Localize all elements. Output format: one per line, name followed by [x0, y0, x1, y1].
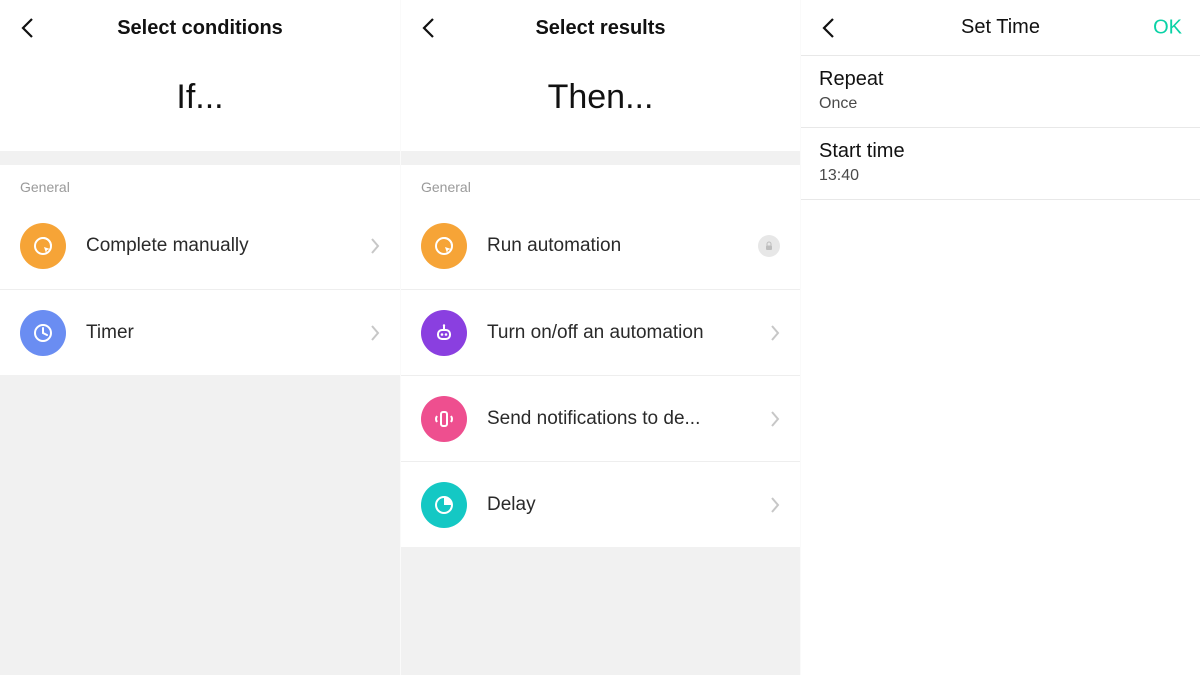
- setting-value: 13:40: [819, 167, 1182, 185]
- list-item-label: Delay: [487, 494, 770, 516]
- section-gap: [401, 151, 800, 165]
- empty-area: [801, 200, 1200, 675]
- chevron-left-icon: [421, 17, 437, 39]
- list-item-label: Timer: [86, 322, 370, 344]
- chevron-right-icon: [370, 237, 380, 255]
- chevron-left-icon: [20, 17, 36, 39]
- header-title: Select results: [535, 17, 665, 40]
- list-item-label: Complete manually: [86, 235, 370, 257]
- section-gap: [0, 151, 400, 165]
- setting-value: Once: [819, 95, 1182, 113]
- phone-vibrate-icon: [421, 396, 467, 442]
- setting-row-start-time[interactable]: Start time 13:40: [801, 128, 1200, 200]
- section-label: General: [401, 165, 800, 203]
- chevron-left-icon: [821, 17, 837, 39]
- header: Set Time OK: [801, 0, 1200, 56]
- delay-icon: [421, 482, 467, 528]
- lock-icon: [758, 235, 780, 257]
- list-item-complete-manually[interactable]: Complete manually: [0, 203, 400, 289]
- page-heading: If...: [0, 56, 400, 151]
- setting-row-repeat[interactable]: Repeat Once: [801, 56, 1200, 128]
- list-item-label: Send notifications to de...: [487, 408, 770, 430]
- header: Select conditions: [0, 0, 400, 56]
- back-button[interactable]: [14, 11, 42, 45]
- list-item-run-automation[interactable]: Run automation: [401, 203, 800, 289]
- list-item-toggle-automation[interactable]: Turn on/off an automation: [401, 289, 800, 375]
- chevron-right-icon: [770, 496, 780, 514]
- list-item-send-notifications[interactable]: Send notifications to de...: [401, 375, 800, 461]
- list-item-delay[interactable]: Delay: [401, 461, 800, 547]
- setting-title: Start time: [819, 140, 1182, 163]
- page-heading: Then...: [401, 56, 800, 151]
- pane-select-conditions: Select conditions If... General Complete…: [0, 0, 400, 675]
- chevron-right-icon: [370, 324, 380, 342]
- list-item-timer[interactable]: Timer: [0, 289, 400, 375]
- setting-title: Repeat: [819, 68, 1182, 91]
- cursor-click-icon: [421, 223, 467, 269]
- header: Select results: [401, 0, 800, 56]
- list-item-label: Turn on/off an automation: [487, 322, 770, 344]
- empty-area: [401, 547, 800, 675]
- ok-button[interactable]: OK: [1153, 16, 1182, 39]
- chevron-right-icon: [770, 410, 780, 428]
- back-button[interactable]: [415, 11, 443, 45]
- pane-select-results: Select results Then... General Run autom…: [400, 0, 800, 675]
- back-button[interactable]: [815, 11, 843, 45]
- pane-set-time: Set Time OK Repeat Once Start time 13:40: [800, 0, 1200, 675]
- list-item-label: Run automation: [487, 235, 758, 257]
- section-label: General: [0, 165, 400, 203]
- empty-area: [0, 375, 400, 675]
- header-title: Set Time: [961, 16, 1040, 39]
- cursor-click-icon: [20, 223, 66, 269]
- header-title: Select conditions: [117, 17, 283, 40]
- robot-icon: [421, 310, 467, 356]
- clock-icon: [20, 310, 66, 356]
- chevron-right-icon: [770, 324, 780, 342]
